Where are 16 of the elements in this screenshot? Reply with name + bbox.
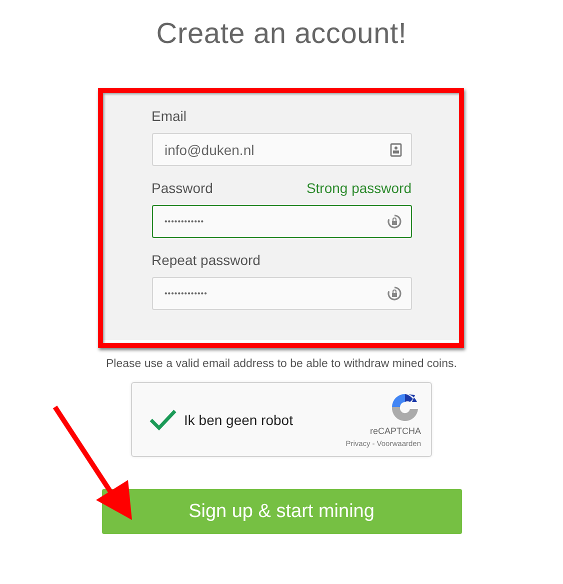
lock-refresh-icon	[386, 214, 402, 229]
captcha-label: Ik ben geen robot	[184, 412, 294, 428]
input-field[interactable]: ••••••••••••	[152, 205, 412, 238]
page-title: Create an account!	[156, 18, 407, 52]
recaptcha-brand: reCAPTCHA	[370, 426, 421, 436]
field-label: Repeat password	[152, 252, 260, 268]
password-strength: Strong password	[306, 180, 412, 196]
checkmark-icon	[149, 408, 177, 430]
contact-card-icon	[390, 142, 402, 156]
field-label: Password	[152, 180, 213, 196]
field-label: Email	[152, 108, 187, 124]
input-field[interactable]: •••••••••••••	[152, 277, 412, 310]
hint-text: Please use a valid email address to be able to withdraw mined coins.	[106, 358, 457, 370]
lock-refresh-icon	[386, 286, 402, 301]
input-field[interactable]: info@duken.nl	[152, 133, 412, 166]
recaptcha-logo-icon	[389, 391, 421, 423]
